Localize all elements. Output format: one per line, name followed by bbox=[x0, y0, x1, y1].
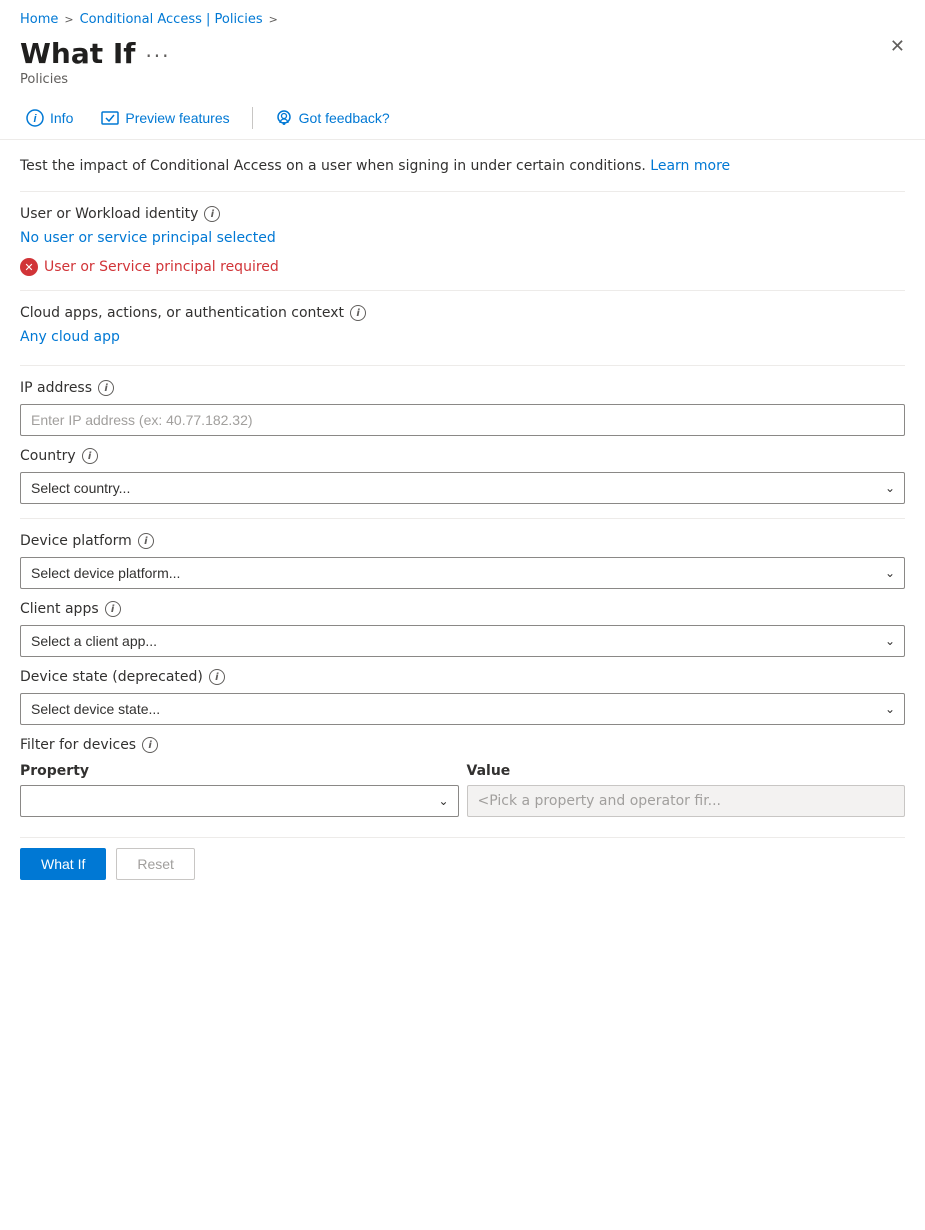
user-identity-label: User or Workload identity i bbox=[20, 206, 905, 222]
breadcrumb-conditional-access[interactable]: Conditional Access | Policies bbox=[80, 12, 263, 27]
description-area: Test the impact of Conditional Access on… bbox=[20, 156, 905, 177]
divider-2 bbox=[20, 290, 905, 291]
header-area: What If ··· Policies ✕ bbox=[0, 33, 925, 97]
feedback-button[interactable]: Got feedback? bbox=[269, 105, 396, 131]
toolbar: i Info Preview features bbox=[0, 97, 925, 140]
country-section: Country i Select country... ⌄ bbox=[20, 448, 905, 504]
device-state-info-icon[interactable]: i bbox=[209, 669, 225, 685]
filter-devices-section: Filter for devices i Property Value ⌄ <P… bbox=[20, 737, 905, 817]
device-platform-label: Device platform i bbox=[20, 533, 905, 549]
filter-table-header: Property Value bbox=[20, 763, 905, 779]
filter-property-select[interactable] bbox=[20, 785, 459, 817]
error-text: User or Service principal required bbox=[44, 259, 279, 275]
cloud-app-value[interactable]: Any cloud app bbox=[20, 329, 120, 345]
client-apps-label: Client apps i bbox=[20, 601, 905, 617]
more-options-button[interactable]: ··· bbox=[145, 44, 170, 68]
client-apps-select-wrapper: Select a client app... ⌄ bbox=[20, 625, 905, 657]
user-identity-section: User or Workload identity i No user or s… bbox=[20, 206, 905, 276]
device-state-label-text: Device state (deprecated) bbox=[20, 669, 203, 685]
country-label-text: Country bbox=[20, 448, 76, 464]
error-icon: ✕ bbox=[20, 258, 38, 276]
client-apps-select[interactable]: Select a client app... bbox=[20, 625, 905, 657]
main-content: Test the impact of Conditional Access on… bbox=[0, 140, 925, 904]
cloud-apps-label-text: Cloud apps, actions, or authentication c… bbox=[20, 305, 344, 321]
country-select-wrapper: Select country... ⌄ bbox=[20, 472, 905, 504]
device-platform-select-wrapper: Select device platform... ⌄ bbox=[20, 557, 905, 589]
user-identity-info-icon[interactable]: i bbox=[204, 206, 220, 222]
preview-icon bbox=[101, 109, 119, 127]
device-platform-info-icon[interactable]: i bbox=[138, 533, 154, 549]
learn-more-link[interactable]: Learn more bbox=[650, 158, 730, 174]
country-select[interactable]: Select country... bbox=[20, 472, 905, 504]
country-label: Country i bbox=[20, 448, 905, 464]
what-if-button[interactable]: What If bbox=[20, 848, 106, 880]
ip-address-info-icon[interactable]: i bbox=[98, 380, 114, 396]
breadcrumb: Home > Conditional Access | Policies > bbox=[0, 0, 925, 33]
divider-3 bbox=[20, 365, 905, 366]
ip-address-section: IP address i bbox=[20, 380, 905, 436]
cloud-apps-section: Cloud apps, actions, or authentication c… bbox=[20, 305, 905, 351]
close-button[interactable]: ✕ bbox=[886, 33, 909, 59]
reset-button[interactable]: Reset bbox=[116, 848, 195, 880]
page-title: What If bbox=[20, 37, 135, 70]
no-selection-link[interactable]: No user or service principal selected bbox=[20, 230, 276, 246]
svg-text:i: i bbox=[33, 113, 37, 125]
info-icon: i bbox=[26, 109, 44, 127]
breadcrumb-sep-1: > bbox=[64, 13, 73, 26]
device-platform-label-text: Device platform bbox=[20, 533, 132, 549]
filter-table: Property Value ⌄ <Pick a property and op… bbox=[20, 763, 905, 817]
filter-table-row: ⌄ <Pick a property and operator fir... bbox=[20, 785, 905, 817]
feedback-label: Got feedback? bbox=[299, 110, 390, 126]
value-col-header: Value bbox=[467, 763, 906, 779]
cloud-apps-info-icon[interactable]: i bbox=[350, 305, 366, 321]
device-state-section: Device state (deprecated) i Select devic… bbox=[20, 669, 905, 725]
info-button[interactable]: i Info bbox=[20, 105, 79, 131]
toolbar-divider bbox=[252, 107, 253, 129]
breadcrumb-sep-2: > bbox=[269, 13, 278, 26]
preview-features-button[interactable]: Preview features bbox=[95, 105, 235, 131]
preview-features-label: Preview features bbox=[125, 110, 229, 126]
page-container: Home > Conditional Access | Policies > W… bbox=[0, 0, 925, 904]
page-subtitle: Policies bbox=[20, 72, 905, 87]
device-platform-select[interactable]: Select device platform... bbox=[20, 557, 905, 589]
filter-devices-label-text: Filter for devices bbox=[20, 737, 136, 753]
country-info-icon[interactable]: i bbox=[82, 448, 98, 464]
cloud-apps-label: Cloud apps, actions, or authentication c… bbox=[20, 305, 905, 321]
button-row: What If Reset bbox=[20, 837, 905, 880]
filter-value-field: <Pick a property and operator fir... bbox=[467, 785, 906, 817]
description-text: Test the impact of Conditional Access on… bbox=[20, 158, 646, 174]
divider-1 bbox=[20, 191, 905, 192]
error-row: ✕ User or Service principal required bbox=[20, 258, 905, 276]
filter-devices-info-icon[interactable]: i bbox=[142, 737, 158, 753]
filter-property-select-wrapper: ⌄ bbox=[20, 785, 459, 817]
device-state-select[interactable]: Select device state... bbox=[20, 693, 905, 725]
user-identity-label-text: User or Workload identity bbox=[20, 206, 198, 222]
filter-devices-label: Filter for devices i bbox=[20, 737, 905, 753]
device-platform-section: Device platform i Select device platform… bbox=[20, 533, 905, 589]
info-label: Info bbox=[50, 110, 73, 126]
device-state-select-wrapper: Select device state... ⌄ bbox=[20, 693, 905, 725]
client-apps-info-icon[interactable]: i bbox=[105, 601, 121, 617]
client-apps-label-text: Client apps bbox=[20, 601, 99, 617]
divider-4 bbox=[20, 518, 905, 519]
device-state-label: Device state (deprecated) i bbox=[20, 669, 905, 685]
header-title-row: What If ··· bbox=[20, 37, 905, 70]
ip-address-label: IP address i bbox=[20, 380, 905, 396]
ip-address-input[interactable] bbox=[20, 404, 905, 436]
breadcrumb-home[interactable]: Home bbox=[20, 12, 58, 27]
client-apps-section: Client apps i Select a client app... ⌄ bbox=[20, 601, 905, 657]
feedback-icon bbox=[275, 109, 293, 127]
property-col-header: Property bbox=[20, 763, 459, 779]
ip-address-label-text: IP address bbox=[20, 380, 92, 396]
